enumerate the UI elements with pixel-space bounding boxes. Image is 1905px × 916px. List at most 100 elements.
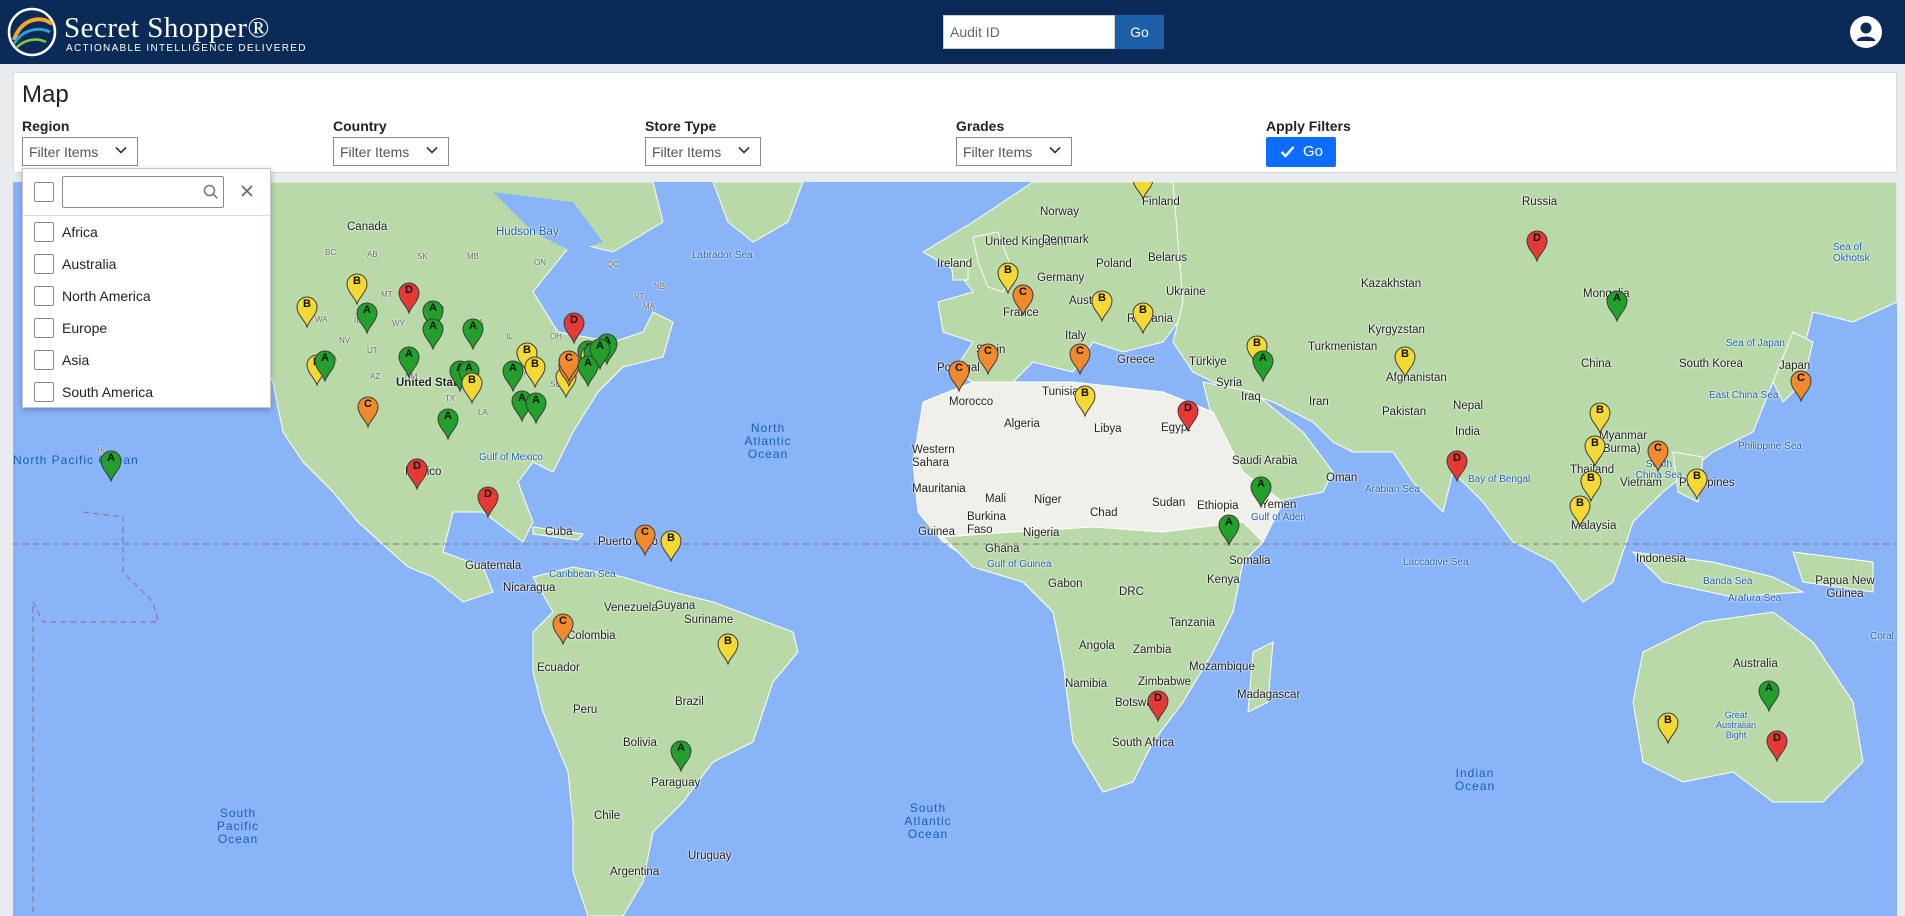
region-option-australia-checkbox[interactable] [34, 254, 54, 274]
map-label: Sea of Okhotsk [1833, 242, 1870, 264]
grade-marker[interactable]: B [1657, 712, 1679, 744]
map-label: Algeria [1004, 418, 1040, 430]
brand-logo[interactable]: Secret Shopper® ACTIONABLE INTELLIGENCE … [6, 6, 305, 58]
grade-marker[interactable]: A [670, 740, 692, 772]
marker-grade-label: C [1797, 372, 1805, 384]
ocean-label: Indian Ocean [1454, 766, 1496, 793]
region-option-africa-checkbox[interactable] [34, 222, 54, 242]
ocean-label: South Pacific Ocean [216, 806, 260, 846]
marker-grade-label: A [1225, 516, 1233, 528]
grade-marker[interactable]: A [1252, 350, 1274, 382]
grade-marker[interactable]: A [525, 392, 547, 424]
grade-marker[interactable]: B [660, 530, 682, 562]
apply-filters-go-button[interactable]: Go [1266, 137, 1336, 167]
region-option-europe[interactable]: Europe [62, 320, 107, 336]
region-option-south-america[interactable]: South America [62, 384, 153, 400]
map-label: Guatemala [465, 560, 522, 572]
grade-marker[interactable]: B [1569, 495, 1591, 527]
grade-marker[interactable]: B [1074, 385, 1096, 417]
grade-marker[interactable]: A [589, 338, 611, 370]
marker-grade-label: B [724, 635, 732, 647]
grade-marker[interactable]: B [717, 633, 739, 665]
grade-marker[interactable]: A [462, 318, 484, 350]
region-option-north-america[interactable]: North America [62, 288, 151, 304]
grade-marker[interactable]: D [1526, 230, 1548, 262]
grade-marker[interactable]: B [1584, 435, 1606, 467]
grade-marker[interactable]: C [357, 396, 379, 428]
grade-marker[interactable]: B [1394, 346, 1416, 378]
map-label: Somalia [1229, 555, 1271, 567]
grade-marker[interactable]: B [1132, 182, 1154, 200]
grade-marker[interactable]: A [314, 350, 336, 382]
grade-marker[interactable]: B [1132, 302, 1154, 334]
grade-marker[interactable]: C [634, 524, 656, 556]
region-option-north-america-checkbox[interactable] [34, 286, 54, 306]
grade-marker[interactable]: B [346, 273, 368, 305]
region-search-input[interactable] [65, 179, 195, 205]
grade-marker[interactable]: A [100, 450, 122, 482]
grade-marker[interactable]: A [398, 346, 420, 378]
region-search-field[interactable] [62, 176, 224, 208]
marker-grade-label: C [641, 526, 649, 538]
chevron-down-icon [115, 146, 127, 154]
grade-marker[interactable]: C [1069, 343, 1091, 375]
grade-marker[interactable]: B [296, 296, 318, 328]
marker-grade-label: C [955, 362, 963, 374]
marker-grade-label: A [1613, 292, 1621, 304]
grade-marker[interactable]: C [977, 343, 999, 375]
audit-id-input[interactable] [943, 15, 1115, 49]
marker-grade-label: D [1154, 692, 1162, 704]
store-type-filter-button[interactable]: Filter Items [645, 137, 761, 166]
select-all-checkbox[interactable] [34, 182, 54, 202]
grade-marker[interactable]: B [1686, 468, 1708, 500]
grade-marker[interactable]: C [1012, 284, 1034, 316]
apply-filters-label: Apply Filters [1266, 118, 1351, 134]
marker-grade-label: C [984, 345, 992, 357]
grade-marker[interactable]: A [422, 318, 444, 350]
grades-filter-button[interactable]: Filter Items [956, 137, 1072, 166]
region-option-asia[interactable]: Asia [62, 352, 89, 368]
region-option-europe-checkbox[interactable] [34, 318, 54, 338]
grade-marker[interactable]: D [406, 458, 428, 490]
map-label: India [1455, 426, 1480, 438]
grade-marker[interactable]: D [1177, 400, 1199, 432]
top-navbar: Secret Shopper® ACTIONABLE INTELLIGENCE … [0, 0, 1905, 64]
grade-marker[interactable]: C [1647, 440, 1669, 472]
grade-marker[interactable]: C [1790, 370, 1812, 402]
map-label: DRC [1119, 586, 1144, 598]
region-option-asia-checkbox[interactable] [34, 350, 54, 370]
country-filter-button[interactable]: Filter Items [333, 137, 449, 166]
grade-marker[interactable]: A [1606, 290, 1628, 322]
grade-marker[interactable]: A [1758, 680, 1780, 712]
region-filter-button[interactable]: Filter Items [22, 137, 138, 166]
grade-marker[interactable]: A [437, 408, 459, 440]
grade-marker[interactable]: D [1766, 730, 1788, 762]
audit-go-button[interactable]: Go [1115, 15, 1164, 49]
user-icon [1856, 22, 1876, 41]
grade-marker[interactable]: A [1218, 514, 1240, 546]
map-label: Venezuela [604, 602, 658, 614]
region-option-south-america-checkbox[interactable] [34, 382, 54, 402]
grade-marker[interactable]: C [948, 360, 970, 392]
grade-marker[interactable]: D [398, 282, 420, 314]
user-menu-button[interactable] [1850, 16, 1882, 48]
map-label: Colombia [567, 630, 616, 642]
close-icon[interactable] [240, 184, 254, 198]
grade-marker[interactable]: B [461, 372, 483, 404]
grade-marker[interactable]: B [524, 356, 546, 388]
grade-marker[interactable]: D [1446, 450, 1468, 482]
grade-marker[interactable]: A [356, 302, 378, 334]
grade-marker[interactable]: D [1147, 690, 1169, 722]
store-type-filter-text: Filter Items [652, 143, 722, 160]
world-map[interactable]: Canada Hudson Bay Labrador Sea United St… [13, 182, 1897, 916]
grade-marker[interactable]: A [1250, 476, 1272, 508]
region-option-africa[interactable]: Africa [62, 224, 98, 240]
grade-marker[interactable]: D [477, 486, 499, 518]
grade-marker[interactable]: B [1091, 290, 1113, 322]
region-option-australia[interactable]: Australia [62, 256, 116, 272]
map-label: East China Sea [1709, 390, 1779, 401]
grade-marker[interactable]: B [1589, 402, 1611, 434]
marker-grade-label: D [570, 314, 578, 326]
map-label: Chile [594, 810, 621, 822]
grade-marker[interactable]: C [552, 613, 574, 645]
